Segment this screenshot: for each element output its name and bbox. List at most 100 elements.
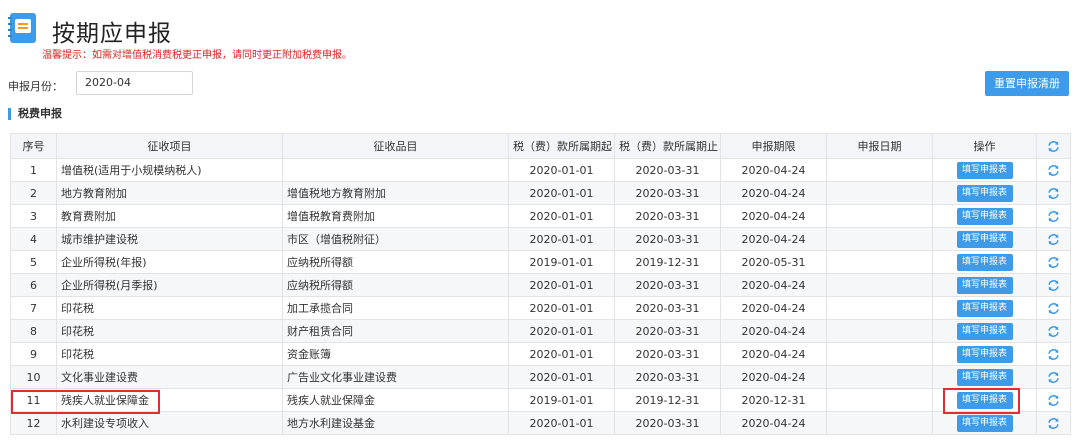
- row-refresh-cell: [1036, 204, 1071, 228]
- row-refresh-cell: [1036, 365, 1071, 389]
- row-no: 4: [10, 227, 57, 251]
- row-start: 2020-01-01: [508, 158, 615, 182]
- row-no: 7: [10, 296, 57, 320]
- row-date: [826, 250, 933, 274]
- row-date: [826, 204, 933, 228]
- row-date: [826, 227, 933, 251]
- row-action-cell: 填写申报表: [932, 342, 1037, 366]
- fill-declaration-button[interactable]: 填写申报表: [956, 322, 1013, 340]
- warning-tip: 温馨提示：如需对增值税消费税更正申报，请同时更正附加税费申报。: [42, 50, 352, 61]
- fill-declaration-button[interactable]: 填写申报表: [956, 368, 1013, 386]
- table-row: 12 水利建设专项收入 地方水利建设基金 2020-01-01 2020-03-31 20…: [10, 411, 1071, 435]
- declaration-table: 序号 征收项目 征收品目 税（费）款所属期起 税（费）款所属期止 申报期限 申报…: [10, 133, 1071, 435]
- row-item: 增值税(适用于小规模纳税人): [56, 158, 283, 182]
- refresh-icon[interactable]: [1047, 256, 1060, 269]
- row-refresh-cell: [1036, 388, 1071, 412]
- refresh-icon[interactable]: [1047, 417, 1060, 430]
- row-action-cell: 填写申报表: [932, 411, 1037, 435]
- row-refresh-cell: [1036, 227, 1071, 251]
- row-end: 2019-12-31: [614, 388, 721, 412]
- row-deadline: 2020-04-24: [720, 158, 827, 182]
- row-deadline: 2020-04-24: [720, 411, 827, 435]
- row-refresh-cell: [1036, 158, 1071, 182]
- row-start: 2019-01-01: [508, 250, 615, 274]
- row-category: [282, 158, 509, 182]
- row-start: 2020-01-01: [508, 273, 615, 297]
- row-action-cell: 填写申报表: [932, 250, 1037, 274]
- row-item: 地方教育附加: [56, 181, 283, 205]
- row-item: 文化事业建设费: [56, 365, 283, 389]
- table-row: 9 印花税 资金账簿 2020-01-01 2020-03-31 2020-04-24 填写…: [10, 342, 1071, 366]
- table-row: 5 企业所得税(年报) 应纳税所得额 2019-01-01 2019-12-31 2020…: [10, 250, 1071, 274]
- refresh-icon[interactable]: [1047, 371, 1060, 384]
- row-refresh-cell: [1036, 319, 1071, 343]
- reset-declaration-list-button[interactable]: 重置申报清册: [985, 71, 1069, 96]
- row-deadline: 2020-04-24: [720, 204, 827, 228]
- fill-declaration-button[interactable]: 填写申报表: [956, 299, 1013, 317]
- refresh-icon[interactable]: [1047, 140, 1060, 153]
- row-category: 资金账簿: [282, 342, 509, 366]
- row-date: [826, 365, 933, 389]
- row-end: 2020-03-31: [614, 273, 721, 297]
- row-end: 2020-03-31: [614, 158, 721, 182]
- col-header-item: 征收项目: [56, 133, 283, 159]
- table-row: 7 印花税 加工承揽合同 2020-01-01 2020-03-31 2020-04-24…: [10, 296, 1071, 320]
- refresh-icon[interactable]: [1047, 348, 1060, 361]
- page-title: 按期应申报: [52, 21, 172, 47]
- row-category: 应纳税所得额: [282, 250, 509, 274]
- row-start: 2020-01-01: [508, 204, 615, 228]
- row-refresh-cell: [1036, 181, 1071, 205]
- row-no: 9: [10, 342, 57, 366]
- refresh-icon[interactable]: [1047, 187, 1060, 200]
- row-no: 1: [10, 158, 57, 182]
- row-category: 加工承揽合同: [282, 296, 509, 320]
- row-date: [826, 158, 933, 182]
- period-input[interactable]: 2020-04: [76, 71, 193, 95]
- fill-declaration-button[interactable]: 填写申报表: [956, 345, 1013, 363]
- fill-declaration-button[interactable]: 填写申报表: [956, 207, 1013, 225]
- refresh-icon[interactable]: [1047, 394, 1060, 407]
- col-header-date: 申报日期: [826, 133, 933, 159]
- row-deadline: 2020-04-24: [720, 365, 827, 389]
- row-action-cell: 填写申报表: [932, 158, 1037, 182]
- row-date: [826, 388, 933, 412]
- refresh-icon[interactable]: [1047, 233, 1060, 246]
- fill-declaration-button[interactable]: 填写申报表: [956, 161, 1013, 179]
- row-start: 2020-01-01: [508, 365, 615, 389]
- row-deadline: 2020-04-24: [720, 296, 827, 320]
- row-no: 6: [10, 273, 57, 297]
- fill-declaration-button[interactable]: 填写申报表: [956, 253, 1013, 271]
- row-end: 2020-03-31: [614, 296, 721, 320]
- row-start: 2020-01-01: [508, 342, 615, 366]
- fill-declaration-button[interactable]: 填写申报表: [956, 276, 1013, 294]
- header-refresh-cell[interactable]: [1036, 133, 1071, 159]
- fill-declaration-button[interactable]: 填写申报表: [956, 414, 1013, 432]
- table-header-row: 序号 征收项目 征收品目 税（费）款所属期起 税（费）款所属期止 申报期限 申报…: [10, 133, 1071, 159]
- row-item: 水利建设专项收入: [56, 411, 283, 435]
- col-header-category: 征收品目: [282, 133, 509, 159]
- row-no: 12: [10, 411, 57, 435]
- row-date: [826, 411, 933, 435]
- row-category: 增值税教育费附加: [282, 204, 509, 228]
- row-item: 城市维护建设税: [56, 227, 283, 251]
- row-no: 3: [10, 204, 57, 228]
- refresh-icon[interactable]: [1047, 325, 1060, 338]
- fill-declaration-button[interactable]: 填写申报表: [956, 230, 1013, 248]
- refresh-icon[interactable]: [1047, 302, 1060, 315]
- col-header-no: 序号: [10, 133, 57, 159]
- document-icon: [8, 13, 36, 43]
- highlight-box-row-11: [11, 390, 160, 414]
- refresh-icon[interactable]: [1047, 210, 1060, 223]
- row-category: 增值税地方教育附加: [282, 181, 509, 205]
- row-refresh-cell: [1036, 342, 1071, 366]
- row-deadline: 2020-05-31: [720, 250, 827, 274]
- fill-declaration-button[interactable]: 填写申报表: [956, 184, 1013, 202]
- row-category: 地方水利建设基金: [282, 411, 509, 435]
- refresh-icon[interactable]: [1047, 279, 1060, 292]
- refresh-icon[interactable]: [1047, 164, 1060, 177]
- row-item: 印花税: [56, 296, 283, 320]
- row-no: 2: [10, 181, 57, 205]
- row-start: 2020-01-01: [508, 227, 615, 251]
- row-date: [826, 181, 933, 205]
- row-end: 2019-12-31: [614, 250, 721, 274]
